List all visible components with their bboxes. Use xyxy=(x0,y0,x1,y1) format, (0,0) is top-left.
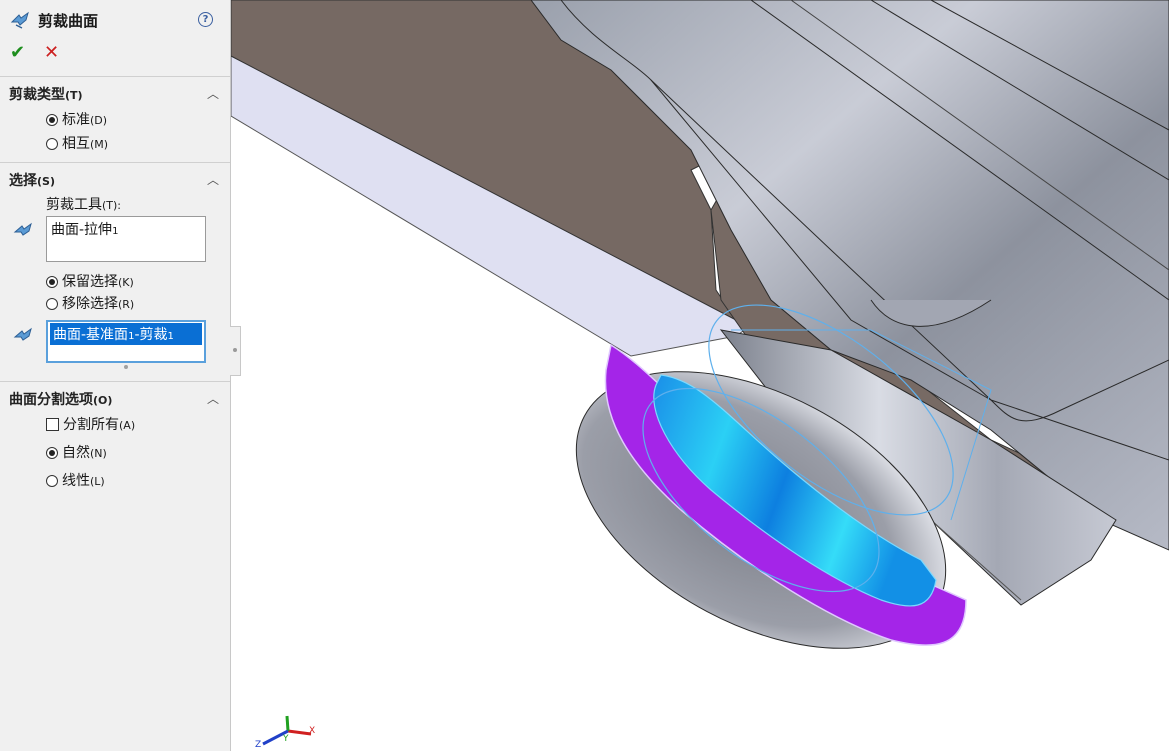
checkbox-split-all[interactable]: 分割所有(A) xyxy=(46,414,135,434)
trim-type-header[interactable]: 剪裁类型(T) xyxy=(9,84,83,104)
ok-button[interactable]: ✔ xyxy=(10,42,25,63)
radio-linear-indicator[interactable] xyxy=(46,475,58,487)
checkbox-split-all-box[interactable] xyxy=(46,418,59,431)
radio-natural[interactable]: 自然(N) xyxy=(46,442,107,462)
radio-mutual-indicator[interactable] xyxy=(46,138,58,150)
pieces-to-keep-icon xyxy=(13,327,35,349)
pieces-listbox[interactable]: 曲面-基准面1-剪裁1 xyxy=(46,320,206,363)
radio-natural-indicator[interactable] xyxy=(46,447,58,459)
pieces-list-item[interactable]: 曲面-基准面1-剪裁1 xyxy=(50,323,202,345)
trim-tool-selection-icon xyxy=(13,222,35,244)
radio-keep-selections[interactable]: 保留选择(K) xyxy=(46,271,134,291)
feature-title: 剪裁曲面 xyxy=(38,12,99,30)
radio-linear[interactable]: 线性(L) xyxy=(46,470,105,490)
graphics-viewport[interactable]: X Y Z xyxy=(230,0,1169,751)
trim-tool-item[interactable]: 曲面-拉伸1 xyxy=(51,222,118,238)
radio-remove-selections[interactable]: 移除选择(R) xyxy=(46,293,134,313)
property-manager-panel: 剪裁曲面 ? ✔ ✕ 剪裁类型(T) ︿ 标准(D) 相互(M) 选择(S) ︿… xyxy=(0,0,231,751)
divider xyxy=(0,76,230,77)
radio-mutual[interactable]: 相互(M) xyxy=(46,133,108,153)
radio-standard-indicator[interactable] xyxy=(46,114,58,126)
radio-keep-indicator[interactable] xyxy=(46,276,58,288)
collapse-chevron-icon[interactable]: ︿ xyxy=(207,390,219,407)
collapse-chevron-icon[interactable]: ︿ xyxy=(207,171,219,188)
cancel-button[interactable]: ✕ xyxy=(44,42,59,63)
surface-split-header[interactable]: 曲面分割选项(O) xyxy=(9,389,112,409)
trim-surface-icon xyxy=(10,10,32,34)
radio-remove-indicator[interactable] xyxy=(46,298,58,310)
x-axis-label: X xyxy=(309,726,316,736)
divider xyxy=(0,381,230,382)
help-icon[interactable]: ? xyxy=(198,12,213,27)
selections-header[interactable]: 选择(S) xyxy=(9,170,55,190)
model-render xyxy=(230,0,1169,649)
coordinate-triad: X Y Z xyxy=(253,706,323,755)
divider xyxy=(0,162,230,163)
z-axis-label: Z xyxy=(255,740,262,750)
collapse-chevron-icon[interactable]: ︿ xyxy=(207,85,219,102)
trim-tool-label: 剪裁工具(T): xyxy=(46,197,122,213)
y-axis-label: Y xyxy=(283,734,289,744)
trim-tool-listbox[interactable]: 曲面-拉伸1 xyxy=(46,216,206,262)
radio-standard[interactable]: 标准(D) xyxy=(46,109,107,129)
listbox-resize-grip[interactable] xyxy=(124,365,128,369)
